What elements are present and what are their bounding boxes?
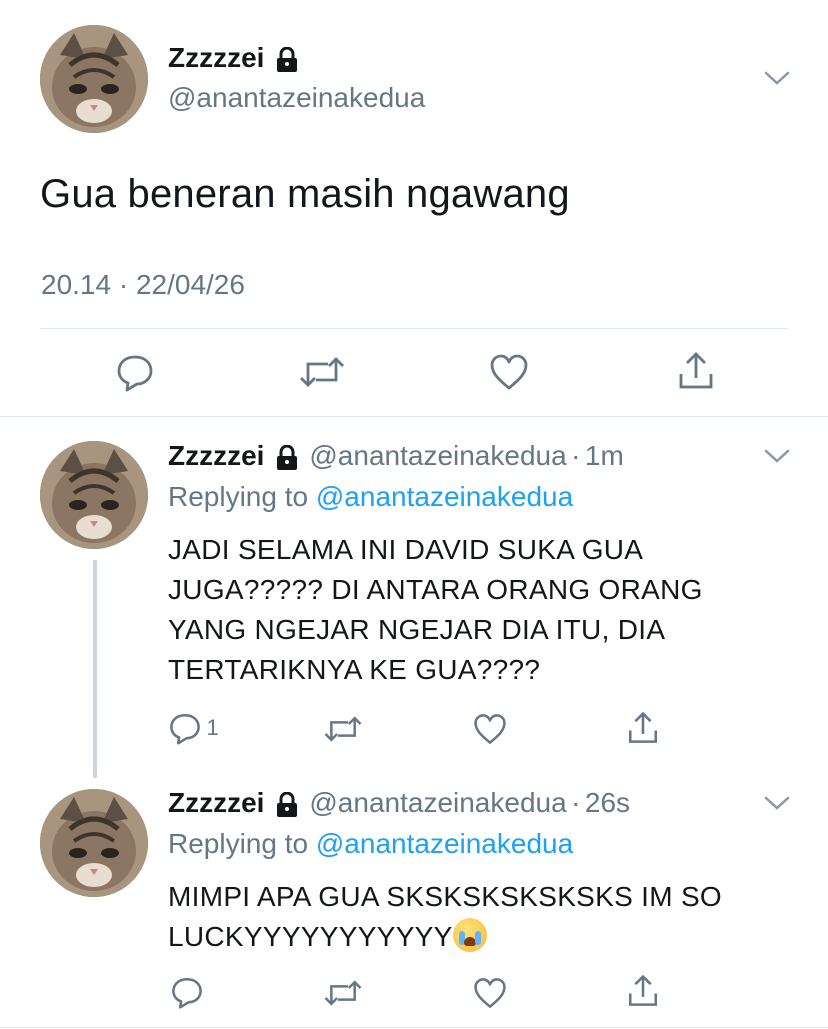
replying-to-handle[interactable]: @anantazeinakedua	[316, 828, 573, 859]
reply-text: MIMPI APA GUA SKSKSKSKSKSKS IM SO LUCKYY…	[168, 877, 722, 957]
reply-text-line: LUCKYYYYYYYYYYY	[168, 921, 453, 952]
section-divider	[0, 416, 828, 417]
replying-to: Replying to @anantazeinakedua	[168, 828, 573, 860]
reply-text-line: JUGA????? DI ANTARA ORANG ORANG	[168, 574, 703, 605]
lock-icon	[276, 791, 297, 817]
reply-text-line: TERTARIKNYA KE GUA????	[168, 654, 541, 685]
divider	[40, 328, 788, 329]
replying-to-handle[interactable]: @anantazeinakedua	[316, 481, 573, 512]
share-icon[interactable]	[626, 973, 660, 1009]
lock-icon	[276, 46, 297, 72]
cat-avatar-image	[40, 441, 148, 549]
chevron-down-icon[interactable]	[764, 448, 790, 464]
display-name[interactable]: Zzzzzei	[168, 787, 264, 818]
display-name[interactable]: Zzzzzei	[168, 440, 264, 471]
share-icon[interactable]	[626, 710, 660, 746]
reply-text-line-wrap: LUCKYYYYYYYYYYY	[168, 917, 722, 957]
reply-icon[interactable]	[168, 711, 202, 745]
handle[interactable]: @anantazeinakedua	[309, 787, 566, 818]
cat-avatar-image	[40, 25, 148, 133]
reply-text-line: JADI SELAMA INI DAVID SUKA GUA	[168, 534, 644, 565]
reply-count: 1	[206, 715, 219, 740]
chevron-down-icon[interactable]	[764, 70, 790, 86]
like-icon[interactable]	[472, 712, 508, 746]
replying-to-label: Replying to	[168, 481, 309, 512]
reply-text-line: MIMPI APA GUA SKSKSKSKSKSKS IM SO	[168, 881, 723, 912]
replying-to: Replying to @anantazeinakedua	[168, 481, 573, 513]
retweet-icon[interactable]	[323, 712, 363, 746]
display-name[interactable]: Zzzzzei	[168, 42, 264, 73]
avatar[interactable]	[40, 25, 148, 133]
reply-action[interactable]: 1	[168, 711, 219, 745]
relative-time[interactable]: 1m	[585, 440, 624, 471]
avatar[interactable]	[40, 789, 148, 897]
reply-header: Zzzzzei @anantazeinakedua · 1m	[168, 440, 624, 472]
reply-header: Zzzzzei @anantazeinakedua · 26s	[168, 787, 630, 819]
loudly-crying-face-icon	[452, 918, 487, 952]
retweet-icon[interactable]	[323, 976, 363, 1010]
reply-text-line: YANG NGEJAR NGEJAR DIA ITU, DIA	[168, 614, 666, 645]
like-icon[interactable]	[472, 976, 508, 1010]
like-icon[interactable]	[488, 352, 530, 392]
thread-line	[93, 560, 97, 778]
handle[interactable]: @anantazeinakedua	[309, 440, 566, 471]
lock-icon	[276, 444, 297, 470]
chevron-down-icon[interactable]	[764, 795, 790, 811]
reply-icon[interactable]	[115, 352, 155, 392]
replying-to-label: Replying to	[168, 828, 309, 859]
avatar[interactable]	[40, 441, 148, 549]
display-name-row: Zzzzzei	[168, 42, 299, 74]
share-icon[interactable]	[676, 350, 716, 392]
tweet-timestamp[interactable]: 20.14 · 22/04/26	[41, 269, 245, 301]
dot-separator: ·	[571, 440, 581, 471]
dot-separator: ·	[571, 787, 581, 818]
section-divider	[0, 1027, 828, 1028]
relative-time[interactable]: 26s	[585, 787, 630, 818]
reply-text: JADI SELAMA INI DAVID SUKA GUA JUGA?????…	[168, 530, 703, 690]
reply-icon[interactable]	[170, 975, 204, 1009]
cat-avatar-image	[40, 789, 148, 897]
retweet-icon[interactable]	[298, 352, 346, 392]
handle[interactable]: @anantazeinakedua	[168, 82, 425, 114]
tweet-text: Gua beneran masih ngawang	[40, 172, 570, 216]
